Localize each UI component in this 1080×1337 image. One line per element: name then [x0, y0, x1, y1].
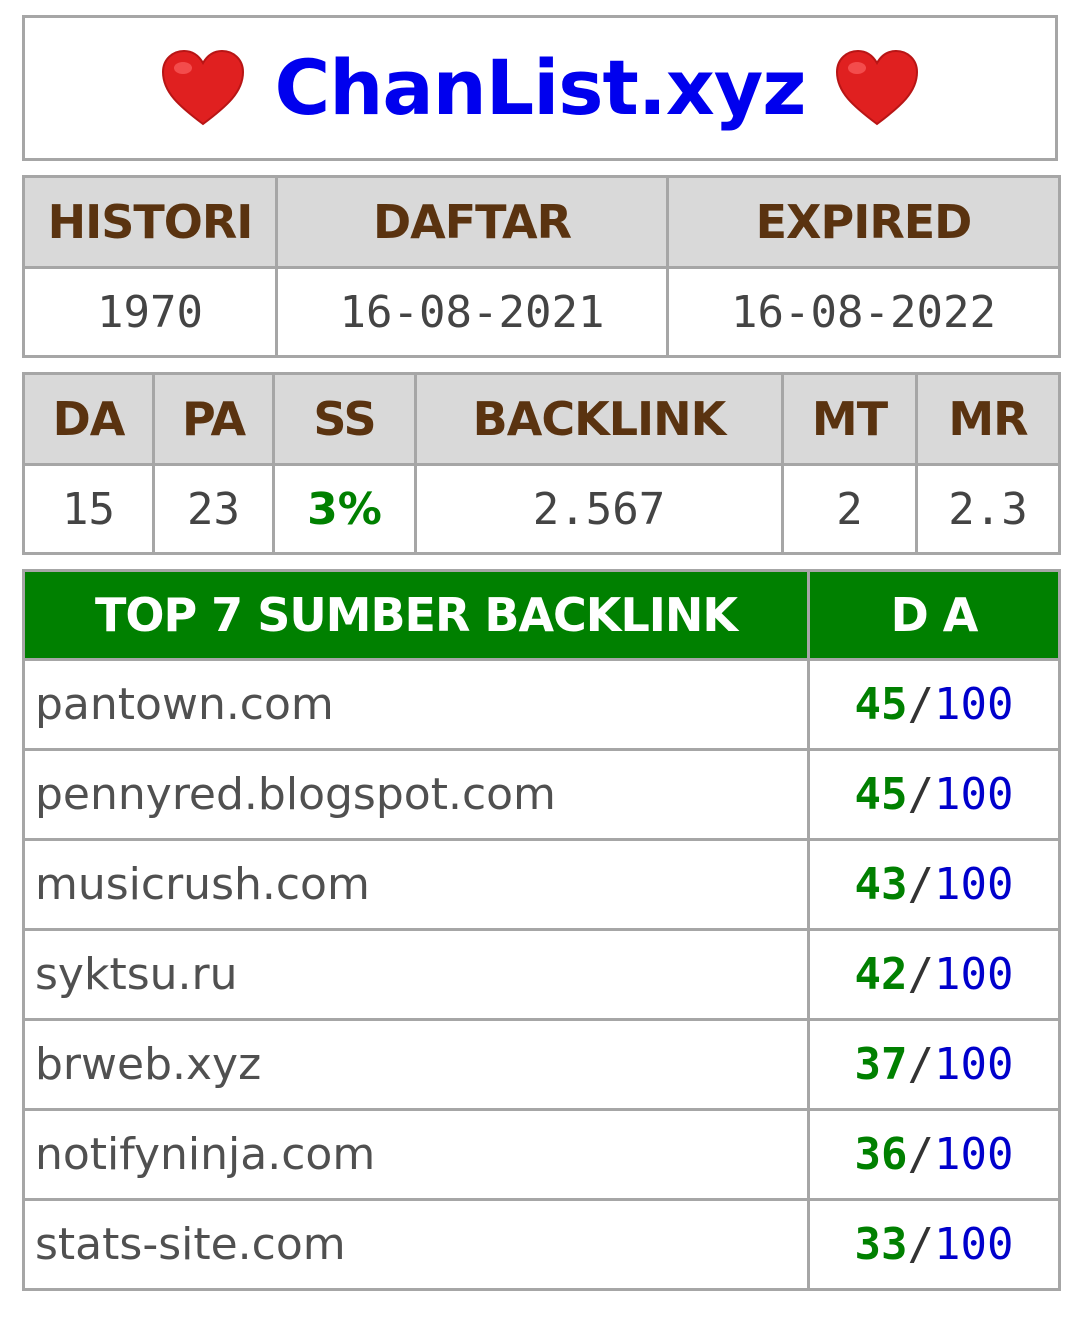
domain-info-card: ChanList.xyz HISTORI DAFTAR EXPIRED 1970… [22, 15, 1061, 1291]
site-title[interactable]: ChanList.xyz [275, 50, 807, 126]
da-score-separator: / [907, 769, 935, 820]
metrics-table: DA PA SS BACKLINK MT MR 15 23 3% 2.567 2… [22, 372, 1061, 555]
da-score-value: 36 [854, 1129, 908, 1180]
da-score-max: 100 [934, 1129, 1014, 1180]
backlink-value: 2.567 [414, 463, 784, 555]
da-score-value: 33 [854, 1219, 908, 1270]
backlink-da-score: 43/100 [807, 838, 1061, 931]
da-score-value: 43 [854, 859, 908, 910]
backlink-header: BACKLINK [414, 372, 784, 466]
da-score-value: 45 [854, 679, 908, 730]
da-score-value: 42 [854, 949, 908, 1000]
expired-header: EXPIRED [666, 175, 1061, 269]
da-score-separator: / [907, 949, 935, 1000]
da-score-max: 100 [934, 1039, 1014, 1090]
da-header: DA [22, 372, 155, 466]
backlinks-table: TOP 7 SUMBER BACKLINK D A pantown.com 45/… [22, 569, 1061, 1291]
da-score-max: 100 [934, 769, 1014, 820]
mt-header: MT [781, 372, 918, 466]
table-row: notifyninja.com 36/100 [22, 1108, 1061, 1201]
backlink-source[interactable]: syktsu.ru [22, 928, 810, 1021]
mr-value: 2.3 [915, 463, 1061, 555]
da-score-separator: / [907, 1219, 935, 1270]
da-score-separator: / [907, 679, 935, 730]
backlink-source[interactable]: pennyred.blogspot.com [22, 748, 810, 841]
histori-value: 1970 [22, 266, 278, 358]
ss-value: 3% [272, 463, 417, 555]
table-row: syktsu.ru 42/100 [22, 928, 1061, 1021]
mr-header: MR [915, 372, 1061, 466]
table-row: pennyred.blogspot.com 45/100 [22, 748, 1061, 841]
daftar-value: 16-08-2021 [275, 266, 669, 358]
ss-header: SS [272, 372, 417, 466]
da-score-separator: / [907, 1039, 935, 1090]
heart-icon [159, 48, 247, 128]
histori-header: HISTORI [22, 175, 278, 269]
da-column-header: D A [807, 569, 1061, 661]
backlink-source[interactable]: pantown.com [22, 658, 810, 751]
backlink-da-score: 37/100 [807, 1018, 1061, 1111]
table-row: pantown.com 45/100 [22, 658, 1061, 751]
heart-icon [833, 48, 921, 128]
table-row: stats-site.com 33/100 [22, 1198, 1061, 1291]
da-score-separator: / [907, 1129, 935, 1180]
mt-value: 2 [781, 463, 918, 555]
expired-value: 16-08-2022 [666, 266, 1061, 358]
da-score-max: 100 [934, 1219, 1014, 1270]
da-score-value: 45 [854, 769, 908, 820]
backlink-source[interactable]: brweb.xyz [22, 1018, 810, 1111]
da-score-max: 100 [934, 949, 1014, 1000]
pa-header: PA [152, 372, 275, 466]
title-box: ChanList.xyz [22, 15, 1058, 161]
backlink-da-score: 33/100 [807, 1198, 1061, 1291]
dates-table: HISTORI DAFTAR EXPIRED 1970 16-08-2021 1… [22, 175, 1061, 358]
backlink-da-score: 45/100 [807, 658, 1061, 751]
backlink-source[interactable]: musicrush.com [22, 838, 810, 931]
daftar-header: DAFTAR [275, 175, 669, 269]
backlink-source[interactable]: notifyninja.com [22, 1108, 810, 1201]
pa-value: 23 [152, 463, 275, 555]
da-score-max: 100 [934, 679, 1014, 730]
da-score-value: 37 [854, 1039, 908, 1090]
top-sources-header: TOP 7 SUMBER BACKLINK [22, 569, 810, 661]
backlink-da-score: 36/100 [807, 1108, 1061, 1201]
backlink-source[interactable]: stats-site.com [22, 1198, 810, 1291]
backlink-da-score: 45/100 [807, 748, 1061, 841]
da-score-max: 100 [934, 859, 1014, 910]
backlink-da-score: 42/100 [807, 928, 1061, 1021]
da-value: 15 [22, 463, 155, 555]
table-row: brweb.xyz 37/100 [22, 1018, 1061, 1111]
da-score-separator: / [907, 859, 935, 910]
table-row: musicrush.com 43/100 [22, 838, 1061, 931]
